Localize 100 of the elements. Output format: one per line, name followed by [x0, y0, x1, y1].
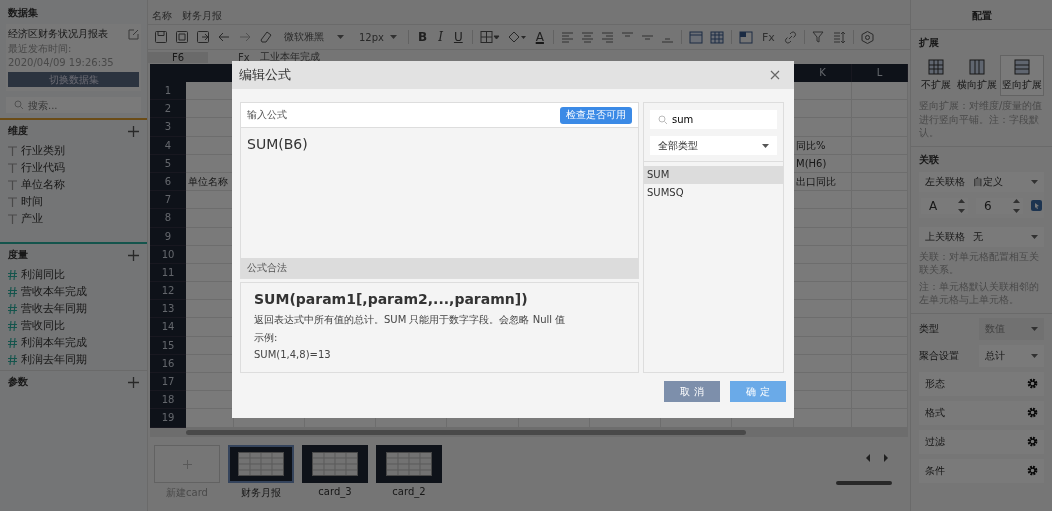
bold-button[interactable]: B — [416, 30, 430, 44]
function-signature: SUM(param1[,param2,...,paramn]) — [254, 291, 529, 307]
setting-row[interactable]: 格式 — [919, 400, 1044, 425]
column-header[interactable] — [186, 64, 234, 82]
italic-button[interactable]: I — [436, 30, 445, 44]
settings-icon[interactable] — [1027, 465, 1038, 476]
formula-button[interactable]: Fx — [759, 30, 777, 44]
card-label: card_3 — [318, 486, 352, 497]
select-field[interactable]: 总计 — [979, 344, 1044, 367]
border-icon[interactable] — [479, 30, 500, 44]
settings-icon[interactable] — [1027, 436, 1038, 447]
text-type-icon — [8, 213, 17, 224]
font-size-select[interactable]: 12px — [355, 31, 401, 43]
undo-icon[interactable] — [217, 30, 231, 44]
column-header[interactable]: L — [852, 64, 908, 82]
function-search-field[interactable]: sum — [650, 110, 777, 129]
measure-item[interactable]: 利润去年同期 — [8, 351, 139, 368]
dimension-item[interactable]: 产业 — [8, 210, 139, 227]
text-type-icon — [8, 179, 17, 190]
text-type-icon — [8, 196, 17, 207]
settings-icon[interactable] — [1027, 407, 1038, 418]
merge-cells-icon[interactable] — [688, 30, 703, 44]
font-select[interactable]: 微软雅黑 — [280, 30, 348, 44]
input-label: 输入公式 — [247, 108, 287, 122]
fill-color-icon[interactable] — [506, 30, 527, 44]
formula-status: 公式合法 — [241, 258, 638, 278]
export-icon[interactable] — [196, 30, 210, 44]
scrollbar-thumb[interactable] — [186, 430, 746, 435]
font-color-button[interactable]: A — [533, 30, 546, 44]
edit-icon[interactable] — [128, 28, 139, 40]
check-button[interactable]: 检查是否可用 — [560, 106, 632, 124]
search-icon — [14, 100, 24, 110]
caret-icon — [1031, 326, 1038, 331]
measure-item[interactable]: 利润本年完成 — [8, 334, 139, 351]
align-left-icon[interactable] — [560, 30, 574, 44]
link-icon[interactable] — [783, 30, 797, 44]
section-title: 维度 — [8, 124, 28, 138]
measure-item[interactable]: 利润同比 — [8, 266, 139, 283]
card-thumbnail[interactable] — [302, 445, 368, 483]
report-name[interactable]: 财务月报 — [182, 9, 222, 23]
hash-icon — [8, 354, 17, 365]
setting-row[interactable]: 过滤 — [919, 429, 1044, 454]
preview-icon[interactable] — [175, 30, 189, 44]
align-center-icon[interactable] — [580, 30, 594, 44]
table-thumbnail-icon — [386, 452, 432, 476]
type-select[interactable]: 全部类型 — [650, 136, 777, 155]
top-link-select[interactable]: 上关联格 无 — [919, 226, 1044, 247]
close-icon[interactable] — [770, 70, 780, 80]
measure-item[interactable]: 营收本年完成 — [8, 283, 139, 300]
dimension-item[interactable]: 行业类别 — [8, 142, 139, 159]
picker-icon[interactable] — [1031, 200, 1042, 211]
table-cell — [852, 82, 908, 101]
row-number: 7 — [150, 191, 186, 210]
expand-option[interactable]: 不扩展 — [919, 55, 953, 96]
cancel-button[interactable]: 取 消 — [664, 381, 720, 402]
text-type-icon — [8, 162, 17, 173]
spinner-arrows-icon[interactable] — [958, 197, 965, 214]
measure-item[interactable]: 营收去年同期 — [8, 300, 139, 317]
dimension-item[interactable]: 时间 — [8, 193, 139, 210]
fx-label: Fx — [237, 51, 251, 63]
add-icon[interactable] — [128, 249, 139, 261]
cell-reference: F6 — [148, 51, 208, 63]
field-label: 类型 — [919, 321, 940, 336]
new-card-tile[interactable] — [154, 445, 220, 483]
measure-item[interactable]: 营收同比 — [8, 317, 139, 334]
ok-button[interactable]: 确 定 — [730, 381, 786, 402]
split-cells-icon[interactable] — [709, 30, 724, 44]
underline-button[interactable]: U — [451, 30, 465, 44]
row-number: 18 — [150, 391, 186, 410]
expand-option[interactable]: 竖向扩展 — [1000, 55, 1044, 96]
settings-icon[interactable] — [860, 30, 874, 44]
dimension-item[interactable]: 行业代码 — [8, 159, 139, 176]
sort-icon[interactable] — [832, 30, 846, 44]
add-icon[interactable] — [128, 125, 139, 137]
caret-icon — [390, 35, 397, 39]
card-thumbnail[interactable] — [228, 445, 294, 483]
table-thumbnail-icon — [312, 452, 358, 476]
freeze-icon[interactable] — [738, 30, 753, 44]
formula-editor[interactable]: SUM(B6) — [241, 128, 638, 258]
setting-row[interactable]: 条件 — [919, 458, 1044, 483]
save-icon[interactable] — [154, 30, 168, 44]
hash-icon — [8, 269, 17, 280]
caret-icon — [337, 35, 344, 39]
add-icon[interactable] — [128, 376, 139, 388]
function-item[interactable]: SUM — [644, 166, 783, 184]
settings-icon[interactable] — [1027, 378, 1038, 389]
section-title: 关联 — [919, 152, 940, 167]
column-header[interactable]: K — [794, 64, 852, 82]
expand-option[interactable]: 横向扩展 — [954, 55, 999, 96]
align-right-icon[interactable] — [600, 30, 614, 44]
function-item[interactable]: SUMSQ — [644, 184, 783, 202]
redo-icon[interactable] — [238, 30, 252, 44]
card-thumbnail[interactable] — [376, 445, 442, 483]
setting-row[interactable]: 形态 — [919, 371, 1044, 396]
dimension-item[interactable]: 单位名称 — [8, 176, 139, 193]
eraser-icon[interactable] — [259, 30, 273, 44]
search-field[interactable]: 搜索... — [6, 97, 141, 113]
spinner-arrows-icon[interactable] — [1013, 197, 1020, 214]
filter-icon[interactable] — [811, 30, 826, 44]
section-title: 度量 — [8, 248, 28, 262]
